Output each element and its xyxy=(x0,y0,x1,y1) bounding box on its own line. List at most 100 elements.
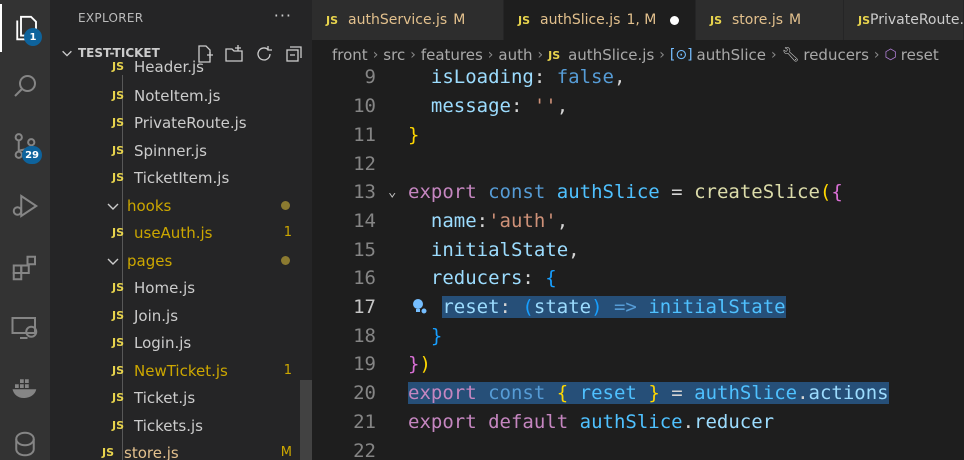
explorer-icon[interactable]: 1 xyxy=(0,4,50,52)
line-number: 13 xyxy=(353,180,376,203)
js-file-icon: JS xyxy=(112,89,125,102)
modified-dot xyxy=(281,256,290,265)
code-line: 12 xyxy=(312,149,964,178)
editor-tabs: JS authService.js M JS authSlice.js 1, M… xyxy=(312,0,964,40)
line-number: 11 xyxy=(353,123,376,146)
code-text: export default authSlice.reducer xyxy=(408,410,775,433)
file-label: store.js xyxy=(124,443,179,460)
explorer-title: EXPLORER xyxy=(78,11,144,25)
chevron-right-icon: › xyxy=(410,47,416,63)
tab-status: 1, M xyxy=(626,12,657,28)
remote-explorer-icon[interactable] xyxy=(0,304,50,352)
explorer-sidebar: EXPLORER ··· TEST-TICKET JS Header.js JS… xyxy=(50,0,312,460)
js-file-icon: JS xyxy=(112,391,125,404)
line-number: 15 xyxy=(353,238,376,261)
source-control-icon[interactable]: 29 xyxy=(0,122,50,170)
tree-file-spinner[interactable]: JS Spinner.js xyxy=(50,137,312,164)
database-icon[interactable] xyxy=(0,420,50,460)
modified-dot xyxy=(281,201,290,210)
line-number: 17 xyxy=(353,295,376,318)
tree-file-ticketitem[interactable]: JS TicketItem.js xyxy=(50,164,312,191)
js-file-icon: JS xyxy=(326,13,339,27)
line-number: 16 xyxy=(353,266,376,289)
sidebar-scrollbar[interactable] xyxy=(300,380,312,460)
line-number: 20 xyxy=(353,381,376,404)
file-label: Tickets.js xyxy=(134,416,203,435)
chevron-right-icon: › xyxy=(537,47,544,63)
file-label: NoteItem.js xyxy=(134,86,221,105)
more-actions-button[interactable]: ··· xyxy=(274,6,292,25)
unsaved-dot[interactable] xyxy=(670,15,680,25)
docker-icon[interactable] xyxy=(0,364,50,412)
tab-privateroute[interactable]: JS PrivateRoute.js xyxy=(844,0,964,40)
code-line: 22 xyxy=(312,436,964,460)
tree-file-login[interactable]: JS Login.js xyxy=(50,329,312,356)
tree-folder-pages[interactable]: pages xyxy=(50,247,312,274)
chevron-right-icon: › xyxy=(659,47,665,63)
tab-label: store.js xyxy=(732,12,784,28)
file-label: Home.js xyxy=(134,278,196,297)
tree-file-tickets[interactable]: JS Tickets.js xyxy=(50,412,312,439)
tree-file-newticket[interactable]: JS NewTicket.js 1 xyxy=(50,357,312,384)
file-label: Login.js xyxy=(134,333,192,352)
cube-icon: ⬡ xyxy=(884,47,897,63)
folder-label: hooks xyxy=(127,196,172,215)
file-label: NewTicket.js xyxy=(134,361,228,380)
explorer-badge: 1 xyxy=(24,28,42,46)
tab-status: M xyxy=(789,12,802,28)
code-text: name:'auth', xyxy=(430,209,569,232)
tree-file-privateroute[interactable]: JS PrivateRoute.js xyxy=(50,109,312,136)
file-label: Header.js xyxy=(134,57,204,76)
tab-authslice[interactable]: JS authSlice.js 1, M xyxy=(504,0,696,40)
chevron-down-icon xyxy=(107,203,119,210)
code-text: } xyxy=(408,123,420,146)
line-number: 22 xyxy=(353,439,376,460)
code-text: reset: (state) => initialState xyxy=(442,295,786,318)
file-label: Ticket.js xyxy=(134,388,196,407)
tree-file-useauth[interactable]: JS useAuth.js 1 xyxy=(50,219,312,246)
activity-bar: 1 29 xyxy=(0,0,50,460)
variable-icon: [⊙] xyxy=(669,47,693,63)
js-file-icon: JS xyxy=(112,336,125,349)
fold-chevron-icon[interactable]: ⌄ xyxy=(388,184,396,200)
js-file-icon: JS xyxy=(710,13,723,27)
tree-folder-hooks[interactable]: hooks xyxy=(50,192,312,219)
tree-file-home[interactable]: JS Home.js xyxy=(50,274,312,301)
tab-authservice[interactable]: JS authService.js M xyxy=(312,0,504,40)
code-line: 14 name:'auth', xyxy=(312,206,964,235)
problem-count: 1 xyxy=(283,363,292,378)
code-line-current: 17 reset: (state) => initialState xyxy=(312,292,964,321)
file-label: TicketItem.js xyxy=(134,168,230,187)
code-editor[interactable]: 9 isLoading: false, 10 message: '', 11 }… xyxy=(312,66,964,460)
tab-label: authSlice.js xyxy=(540,12,621,28)
search-icon[interactable] xyxy=(0,62,50,110)
file-label: Spinner.js xyxy=(134,141,207,160)
code-text: reducers: { xyxy=(430,266,557,289)
file-label: Join.js xyxy=(134,306,179,325)
file-label: PrivateRoute.js xyxy=(134,113,247,132)
code-line: 21 export default authSlice.reducer xyxy=(312,407,964,436)
run-debug-icon[interactable] xyxy=(0,182,50,230)
code-line: 16 reducers: { xyxy=(312,263,964,292)
js-file-icon: JS xyxy=(858,13,871,27)
tree-file-join[interactable]: JS Join.js xyxy=(50,302,312,329)
js-file-icon: JS xyxy=(112,364,125,377)
code-text: export const { reset } = authSlice.actio… xyxy=(408,381,889,404)
js-file-icon: JS xyxy=(112,419,125,432)
extensions-icon[interactable] xyxy=(0,244,50,292)
code-line: 15 initialState, xyxy=(312,235,964,264)
tree-file-store[interactable]: JS store.js M xyxy=(50,439,312,460)
line-number: 14 xyxy=(353,209,376,232)
js-file-icon: JS xyxy=(518,13,531,27)
tab-store[interactable]: JS store.js M xyxy=(696,0,844,40)
line-number: 10 xyxy=(353,94,376,117)
code-line: 9 isLoading: false, xyxy=(312,62,964,91)
tree-file-ticket[interactable]: JS Ticket.js xyxy=(50,384,312,411)
tree-file-header[interactable]: JS Header.js xyxy=(50,53,312,80)
js-file-icon: JS xyxy=(548,48,561,62)
code-text: } xyxy=(430,324,443,347)
line-number: 9 xyxy=(364,65,376,88)
js-file-icon: JS xyxy=(112,226,125,239)
tree-file-noteitem[interactable]: JS NoteItem.js xyxy=(50,82,312,109)
js-file-icon: JS xyxy=(102,446,115,459)
